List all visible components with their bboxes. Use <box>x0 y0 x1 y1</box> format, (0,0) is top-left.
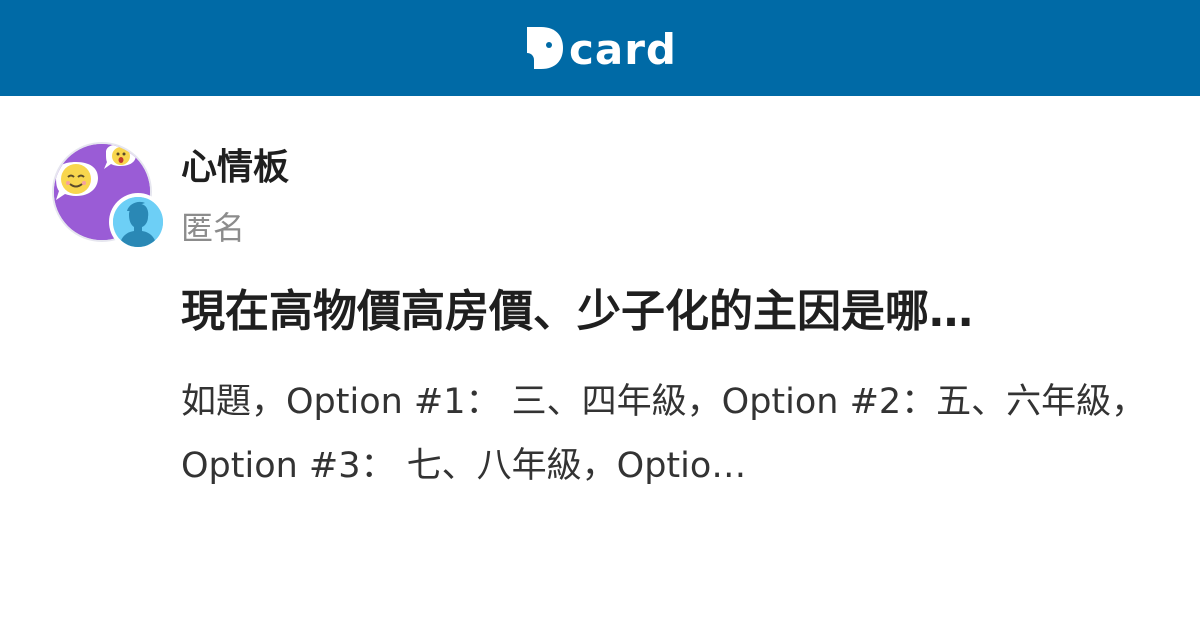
author-name: 匿名 <box>181 209 246 247</box>
post-excerpt: 如題，Option #1： 三、四年級，Option #2：五、六年級，Opti… <box>181 382 1147 486</box>
dcard-d-icon <box>526 27 563 69</box>
user-avatar[interactable] <box>109 193 167 251</box>
post-title[interactable]: 現在高物價高房價、少子化的主因是哪… <box>181 282 1121 342</box>
logo-text: card <box>568 25 677 74</box>
anonymous-person-icon <box>113 197 163 247</box>
avatar-group[interactable] <box>52 142 172 252</box>
dcard-logo[interactable]: card <box>523 23 677 73</box>
top-bar: card <box>0 0 1200 96</box>
forum-name[interactable]: 心情板 <box>181 146 289 190</box>
